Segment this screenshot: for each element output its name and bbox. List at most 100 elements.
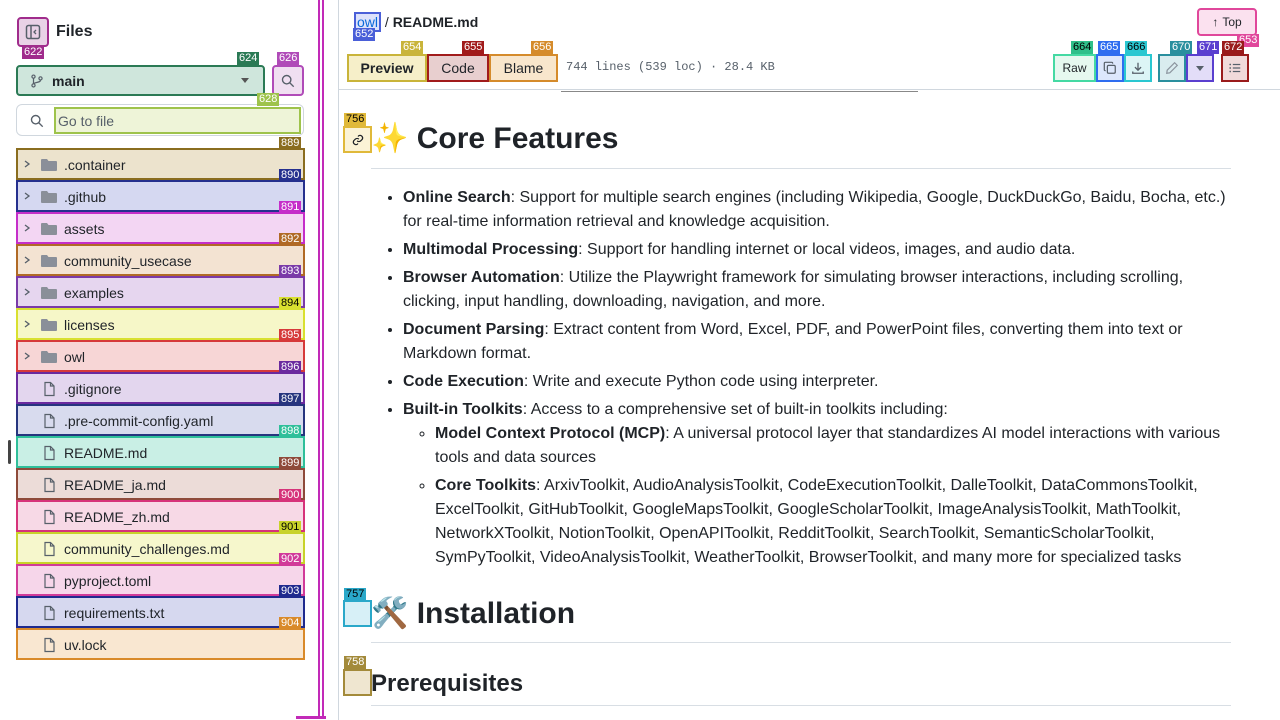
annotation-label: 757 [344,588,367,601]
copy-raw-button[interactable] [1096,54,1124,82]
heading-anchor-link[interactable] [343,126,372,153]
annotation-label: 672 [1222,41,1245,54]
download-button[interactable] [1124,54,1152,82]
go-to-file-input[interactable] [54,107,301,134]
annotation-label: 904 [279,617,302,630]
chevron-right-icon[interactable] [23,256,31,264]
tree-folder[interactable]: .container 889 [16,137,305,180]
heading-installation: 🛠️ Installation [371,596,575,631]
resize-handle[interactable] [8,440,11,464]
tree-file[interactable]: requirements.txt 903 [16,585,305,628]
tree-item-name: .container [64,157,126,173]
tree-file[interactable]: README.md 898 [16,425,305,468]
tree-file[interactable]: .gitignore 896 [16,361,305,404]
toolkit-name: Model Context Protocol (MCP) [435,425,666,442]
feature-name: Code Execution [403,373,524,390]
file-icon [44,573,55,589]
annotation-label: 901 [279,521,302,534]
tree-file[interactable]: community_challenges.md 901 [16,521,305,564]
tree-folder[interactable]: assets 891 [16,201,305,244]
tree-item-name: community_challenges.md [64,541,230,557]
annotation-label: 655 [462,41,485,54]
edit-button[interactable] [1158,54,1186,82]
annotation-label: 628 [257,93,280,106]
heading-text: Installation [416,597,576,630]
pencil-icon [1166,61,1179,74]
file-icon [44,541,55,557]
feature-name: Browser Automation [403,269,560,286]
tab-code[interactable]: Code [427,54,489,82]
tree-folder[interactable]: .github 890 [16,169,305,212]
annotation-label: 894 [279,297,302,310]
tree-file[interactable]: .pre-commit-config.yaml 897 [16,393,305,436]
file-icon [44,413,55,429]
file-icon [44,445,55,461]
heading-divider [371,642,1231,643]
chevron-right-icon[interactable] [23,224,31,232]
tree-item-name: examples [64,285,124,301]
tree-folder[interactable]: examples 893 [16,265,305,308]
folder-icon [41,159,57,171]
chevron-right-icon[interactable] [23,320,31,328]
file-meta: 744 lines (539 loc) · 28.4 KB [566,60,775,74]
file-icon [44,509,55,525]
edit-options-button[interactable] [1186,54,1214,82]
feature-item: Code Execution: Write and execute Python… [403,370,1243,394]
annotation-label: 666 [1125,41,1148,54]
toolkit-item: Model Context Protocol (MCP): A universa… [435,422,1243,470]
tree-folder[interactable]: community_usecase 892 [16,233,305,276]
chevron-right-icon[interactable] [23,192,31,200]
feature-desc: : Access to a comprehensive set of built… [522,401,948,418]
heading-anchor-link[interactable] [343,669,372,696]
annotation-label: 899 [279,457,302,470]
tab-preview[interactable]: Preview [347,54,427,82]
file-tree: .container 889 .github 890 assets 891 communit… [16,137,305,660]
chevron-right-icon[interactable] [23,160,31,168]
tree-file[interactable]: pyproject.toml 902 [16,553,305,596]
file-icon [44,637,55,653]
tools-icon: 🛠️ [371,597,409,630]
sidebar-panel-icon [25,24,41,40]
feature-item: Browser Automation: Utilize the Playwrig… [403,266,1243,314]
annotation-label: 664 [1071,41,1094,54]
tree-file[interactable]: README_ja.md 899 [16,457,305,500]
folder-icon [41,191,57,203]
annotation-label: 895 [279,329,302,342]
chevron-right-icon[interactable] [23,288,31,296]
outline-button[interactable] [1221,54,1249,82]
feature-item: Built-in Toolkits: Access to a comprehen… [403,398,1243,570]
sidebar-resizer[interactable] [318,0,324,718]
annotation-label: 654 [401,41,424,54]
arrow-up-icon: ↑ [1212,15,1219,29]
toolkit-desc: : ArxivToolkit, AudioAnalysisToolkit, Co… [435,477,1198,566]
tree-file[interactable]: README_zh.md 900 [16,489,305,532]
back-to-top-button[interactable]: ↑ Top [1197,8,1257,36]
feature-desc: : Write and execute Python code using in… [523,373,879,390]
tree-item-name: .gitignore [64,381,122,397]
tree-file[interactable]: uv.lock 904 [16,617,305,660]
annotation-label: 892 [279,233,302,246]
annotation-label: 671 [1197,41,1220,54]
heading-anchor-link[interactable] [343,600,372,627]
file-icon [44,605,55,621]
annotation-label: 891 [279,201,302,214]
raw-button[interactable]: Raw [1053,54,1096,82]
tab-blame[interactable]: Blame [489,54,558,82]
tree-folder[interactable]: licenses 894 [16,297,305,340]
annotation-label: 665 [1098,41,1121,54]
tree-item-name: README.md [64,445,148,461]
collapse-sidebar-button[interactable] [17,17,49,47]
branch-selector[interactable]: main [16,65,265,96]
tree-folder[interactable]: owl 895 [16,329,305,372]
search-files-button[interactable] [272,65,304,96]
tree-item-name: licenses [64,317,115,333]
git-branch-icon [31,73,43,88]
annotation-label: 898 [279,425,302,438]
chevron-right-icon[interactable] [23,352,31,360]
annotation-label: 758 [344,656,367,669]
annotation-label: 900 [279,489,302,502]
heading-core-features: ✨ Core Features [371,121,618,156]
folder-icon [41,255,57,267]
feature-desc: : Support for multiple search engines (i… [403,189,1226,230]
feature-item: Document Parsing: Extract content from W… [403,318,1243,366]
